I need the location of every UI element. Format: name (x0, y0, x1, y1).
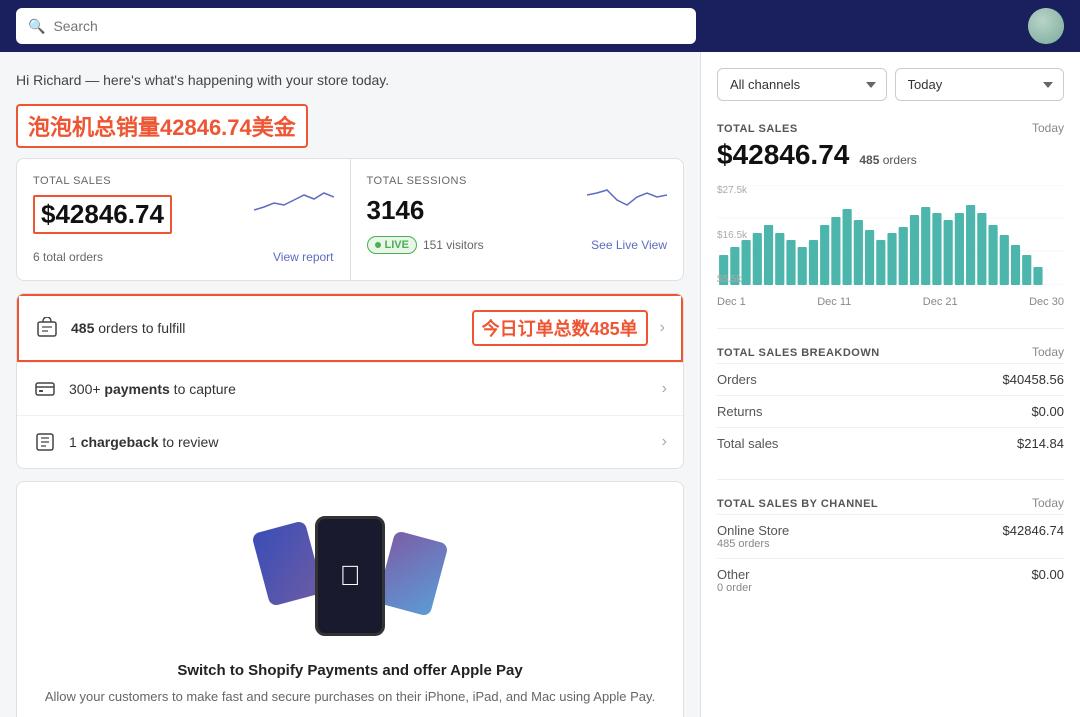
orders-annotation: 今日订单总数485单 (472, 310, 648, 346)
search-input[interactable] (53, 18, 684, 34)
bar-chart-x-labels: Dec 1 Dec 11 Dec 21 Dec 30 (717, 296, 1064, 308)
left-panel: Hi Richard — here's what's happening wit… (0, 52, 700, 717)
stats-row: TOTAL SALES $42846.74 6 total orders Vie… (16, 158, 684, 281)
channel-row-online: Online Store 485 orders $42846.74 (717, 514, 1064, 558)
right-orders-count: 485 (859, 153, 879, 167)
annotation-text: 泡泡机总销量42846.74美金 (28, 115, 296, 140)
sessions-sparkline (587, 175, 667, 215)
search-bar[interactable]: 🔍 (16, 8, 696, 44)
promo-title: Switch to Shopify Payments and offer App… (33, 662, 667, 679)
orders-icon (35, 316, 59, 340)
right-orders-label: orders (883, 153, 917, 167)
total-sales-card: TOTAL SALES $42846.74 6 total orders Vie… (17, 159, 350, 280)
payments-bold: payments (101, 381, 170, 397)
table-row: Total sales $214.84 (717, 428, 1064, 460)
channel-other-value: $0.00 (1031, 567, 1064, 594)
table-row: Returns $0.00 (717, 396, 1064, 428)
promo-card-right (376, 530, 449, 617)
action-list: 485 orders to fulfill 今日订单总数485单 › (16, 293, 684, 469)
promo-description: Allow your customers to make fast and se… (33, 687, 667, 707)
right-total-sales-section: TOTAL SALES Today $42846.74 485 orders (717, 121, 1064, 308)
orders-chevron-icon: › (660, 319, 665, 337)
promo-card:  Switch to Shopify Payments and offer A… (16, 481, 684, 717)
action-item-chargeback[interactable]: 1 chargeback to review › (17, 415, 683, 468)
apple-logo-icon:  (340, 560, 361, 592)
live-view-link[interactable]: See Live View (591, 238, 667, 252)
channel-header: TOTAL SALES BY CHANNEL Today (717, 496, 1064, 510)
total-sessions-card: TOTAL SESSIONS 3146 LIVE 151 visitors Se… (350, 159, 684, 280)
live-dot (375, 242, 381, 248)
promo-phone:  (315, 516, 385, 636)
annotation-banner: 泡泡机总销量42846.74美金 (16, 104, 308, 148)
channel-filter[interactable]: All channels (717, 68, 887, 101)
channel-period: Today (1032, 496, 1064, 510)
channel-other-info: Other 0 order (717, 567, 752, 594)
table-row: Orders $40458.56 (717, 364, 1064, 396)
stat-footer-sessions: LIVE 151 visitors See Live View (367, 236, 668, 254)
channel-row-other: Other 0 order $0.00 (717, 558, 1064, 602)
channel-section: TOTAL SALES BY CHANNEL Today Online Stor… (717, 496, 1064, 602)
total-orders-text: 6 total orders (33, 250, 103, 264)
bar-chart (717, 185, 1064, 285)
orders-action-text: 485 orders to fulfill (71, 320, 452, 336)
total-sales-value: $42846.74 (33, 195, 172, 234)
breakdown-returns-value: $0.00 (890, 396, 1064, 428)
x-label-3: Dec 21 (923, 296, 958, 308)
breakdown-orders-value: $40458.56 (890, 364, 1064, 396)
live-label: LIVE (385, 239, 409, 251)
right-orders-badge: 485 orders (859, 153, 916, 167)
live-badge: LIVE (367, 236, 417, 254)
breakdown-total-name: Total sales (717, 428, 890, 460)
right-sales-period: Today (1032, 121, 1064, 135)
right-panel: All channels Today TOTAL SALES Today $42… (700, 52, 1080, 717)
payments-chevron-icon: › (662, 380, 667, 398)
avatar-image (1028, 8, 1064, 44)
breakdown-total-value: $214.84 (890, 428, 1064, 460)
channel-online-sub: 485 orders (717, 538, 789, 550)
bar-chart-wrap: $27.5k $16.5k $5.5k (717, 185, 1064, 290)
breakdown-section: TOTAL SALES BREAKDOWN Today Orders $4045… (717, 345, 1064, 459)
channel-other-sub: 0 order (717, 582, 752, 594)
payments-icon (33, 377, 57, 401)
main-layout: Hi Richard — here's what's happening wit… (0, 52, 1080, 717)
search-icon: 🔍 (28, 18, 45, 35)
greeting-text: Hi Richard — here's what's happening wit… (16, 72, 684, 88)
breakdown-label: TOTAL SALES BREAKDOWN (717, 347, 880, 359)
view-report-link[interactable]: View report (273, 250, 333, 264)
x-label-2: Dec 11 (817, 296, 851, 308)
channel-online-value: $42846.74 (1003, 523, 1064, 550)
payments-action-text: 300+ payments to capture (69, 381, 650, 397)
top-nav: 🔍 (0, 0, 1080, 52)
channel-online-info: Online Store 485 orders (717, 523, 789, 550)
breakdown-table: Orders $40458.56 Returns $0.00 Total sal… (717, 363, 1064, 459)
promo-image-area:  (33, 506, 667, 646)
promo-card-left (251, 520, 324, 607)
right-sales-label: TOTAL SALES (717, 123, 798, 135)
chargeback-chevron-icon: › (662, 433, 667, 451)
filters-row: All channels Today (717, 68, 1064, 101)
breakdown-header: TOTAL SALES BREAKDOWN Today (717, 345, 1064, 359)
channel-label: TOTAL SALES BY CHANNEL (717, 498, 878, 510)
channel-other-name: Other (717, 567, 752, 582)
date-filter[interactable]: Today (895, 68, 1065, 101)
chargeback-icon (33, 430, 57, 454)
breakdown-returns-name: Returns (717, 396, 890, 428)
right-sales-value: $42846.74 (717, 139, 849, 171)
orders-annotation-text: 今日订单总数485单 (482, 319, 638, 339)
chargeback-bold: chargeback (81, 434, 159, 450)
visitors-text: 151 visitors (423, 238, 484, 252)
orders-count: 485 (71, 320, 94, 336)
x-label-4: Dec 30 (1029, 296, 1064, 308)
x-label-1: Dec 1 (717, 296, 746, 308)
avatar[interactable] (1028, 8, 1064, 44)
breakdown-orders-name: Orders (717, 364, 890, 396)
sales-sparkline (254, 175, 334, 215)
stat-footer-sales: 6 total orders View report (33, 250, 334, 264)
right-sales-header: TOTAL SALES Today (717, 121, 1064, 135)
channel-online-name: Online Store (717, 523, 789, 538)
chargeback-action-text: 1 chargeback to review (69, 434, 650, 450)
action-item-orders[interactable]: 485 orders to fulfill 今日订单总数485单 › (17, 294, 683, 362)
action-item-payments[interactable]: 300+ payments to capture › (17, 362, 683, 415)
breakdown-period: Today (1032, 345, 1064, 359)
